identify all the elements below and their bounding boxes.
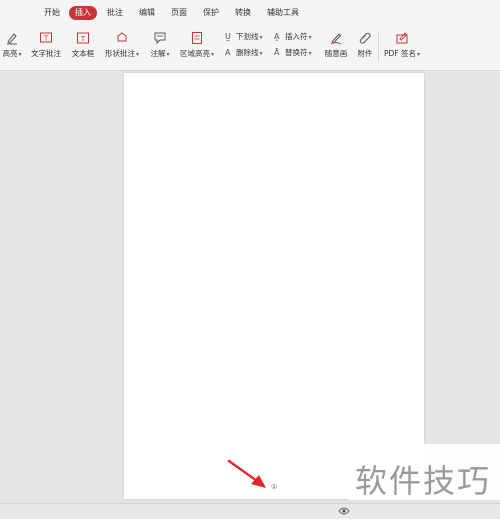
pdf-sign-button[interactable]: PDF 签名▾: [381, 31, 423, 65]
tab-edit[interactable]: 编辑: [139, 6, 155, 20]
pdf-sign-icon: [396, 32, 408, 44]
text-comment-button[interactable]: T 文字批注: [28, 31, 64, 65]
svg-text:T: T: [80, 35, 86, 43]
underline-icon: U̲: [225, 32, 231, 41]
underline-label: 下划线: [236, 32, 259, 41]
tab-comment[interactable]: 批注: [107, 6, 123, 20]
insert-mark-icon: A̭: [274, 32, 280, 41]
status-bar: [0, 503, 500, 519]
freehand-button[interactable]: 随意画: [322, 31, 350, 65]
insert-mark-button[interactable]: A̭ 插入符▾: [274, 30, 312, 43]
highlight-label: 高亮: [2, 49, 18, 58]
strikethrough-icon: A: [225, 48, 231, 57]
text-comment-label: 文字批注: [31, 49, 61, 58]
document-page[interactable]: ①: [124, 73, 424, 499]
freehand-icon: [330, 33, 342, 45]
area-highlight-label: 区域高亮: [179, 49, 210, 58]
svg-text:T: T: [43, 35, 49, 43]
shape-comment-icon: [117, 32, 127, 42]
text-box-label: 文本框: [71, 49, 95, 58]
note-button[interactable]: 注解▾: [147, 31, 173, 65]
shape-comment-label: 形状批注: [104, 49, 135, 58]
tab-protect[interactable]: 保护: [203, 6, 219, 20]
page-marker: ①: [271, 483, 278, 491]
tab-start[interactable]: 开始: [44, 6, 60, 20]
ribbon-toolbar: 高亮▾ T 文字批注 T 文本框 形状批注▾ 注解▾ 区域高亮▾ U̲ 下划线▾…: [0, 26, 500, 71]
menu-bar: 开始 插入 批注 编辑 页面 保护 转换 辅助工具: [0, 0, 500, 26]
tab-tools[interactable]: 辅助工具: [267, 6, 299, 20]
highlight-button[interactable]: 高亮▾: [0, 31, 24, 65]
area-highlight-button[interactable]: 区域高亮▾: [177, 31, 217, 65]
watermark-text: 软件技巧: [355, 462, 492, 500]
text-box-icon: T: [77, 32, 89, 44]
red-arrow-icon: [227, 459, 266, 488]
strikethrough-label: 删除线: [236, 48, 259, 57]
tab-insert[interactable]: 插入: [69, 6, 97, 20]
attachment-label: 附件: [357, 49, 373, 58]
shape-comment-button[interactable]: 形状批注▾: [101, 31, 143, 65]
ribbon-divider: [378, 32, 379, 62]
replace-mark-button[interactable]: Ā 替换符▾: [274, 46, 312, 59]
tab-page[interactable]: 页面: [171, 6, 187, 20]
freehand-label: 随意画: [324, 49, 348, 58]
replace-mark-label: 替换符: [285, 48, 308, 57]
text-box-button[interactable]: T 文本框: [68, 31, 98, 65]
strikethrough-button[interactable]: A 删除线▾: [225, 46, 263, 59]
attachment-icon: [359, 32, 371, 44]
text-comment-icon: T: [40, 32, 52, 43]
tab-convert[interactable]: 转换: [235, 6, 251, 20]
note-icon: [154, 32, 166, 45]
eye-icon[interactable]: [338, 506, 350, 516]
insert-mark-label: 插入符: [285, 32, 308, 41]
area-highlight-icon: [192, 32, 202, 44]
attachment-button[interactable]: 附件: [354, 31, 376, 65]
highlight-icon: [7, 33, 17, 45]
underline-button[interactable]: U̲ 下划线▾: [225, 30, 263, 43]
replace-mark-icon: Ā: [274, 48, 280, 57]
pdf-sign-label: PDF 签名: [383, 49, 416, 58]
watermark: 软件技巧: [348, 444, 500, 500]
note-label: 注解: [150, 49, 166, 58]
